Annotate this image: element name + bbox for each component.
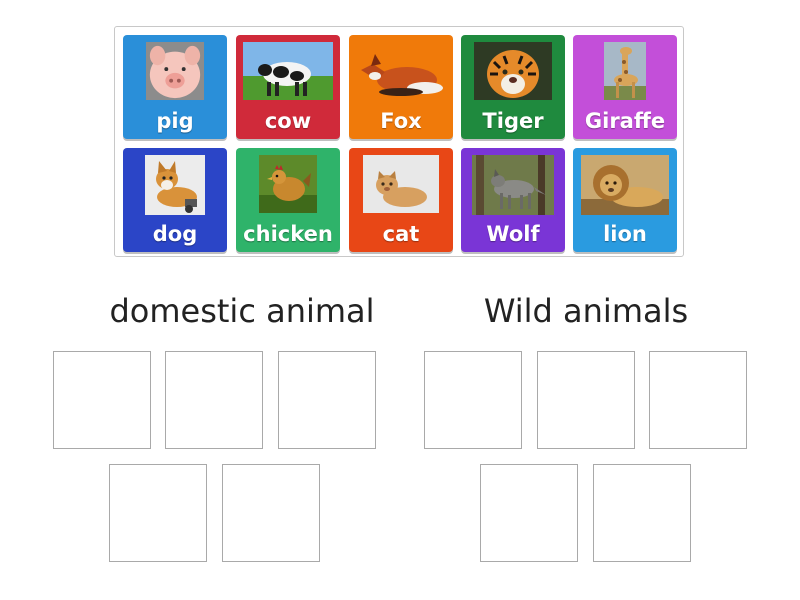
cow-photo xyxy=(243,42,333,100)
tile-label: Wolf xyxy=(486,222,540,246)
wild-drop-slot[interactable] xyxy=(424,351,522,449)
tile-label: cow xyxy=(264,109,312,133)
tile-label: Giraffe xyxy=(584,109,666,133)
tile-cow[interactable]: cow xyxy=(236,35,340,139)
tile-dog[interactable]: dog xyxy=(123,148,227,252)
tile-cat[interactable]: cat xyxy=(349,148,453,252)
tile-chicken[interactable]: chicken xyxy=(236,148,340,252)
domestic-drop-slot[interactable] xyxy=(165,351,263,449)
fox-photo xyxy=(355,42,447,102)
tile-pig[interactable]: pig xyxy=(123,35,227,139)
tile-label: pig xyxy=(156,109,194,133)
giraffe-photo xyxy=(604,42,646,100)
tile-fox[interactable]: Fox xyxy=(349,35,453,139)
tile-label: cat xyxy=(382,222,420,246)
wild-drop-slot[interactable] xyxy=(480,464,578,562)
tile-giraffe[interactable]: Giraffe xyxy=(573,35,677,139)
lion-photo xyxy=(581,155,669,215)
wild-drop-slot[interactable] xyxy=(537,351,635,449)
domestic-drop-slot[interactable] xyxy=(222,464,320,562)
tile-label: Tiger xyxy=(482,109,544,133)
chicken-photo xyxy=(259,155,317,213)
tile-label: chicken xyxy=(243,222,333,246)
tile-wolf[interactable]: Wolf xyxy=(461,148,565,252)
wild-drop-slot[interactable] xyxy=(649,351,747,449)
domestic-drop-slot[interactable] xyxy=(278,351,376,449)
group-title-domestic: domestic animal xyxy=(109,292,375,330)
tiger-photo xyxy=(474,42,552,100)
domestic-drop-slot[interactable] xyxy=(53,351,151,449)
tile-label: Fox xyxy=(380,109,422,133)
tile-label: lion xyxy=(603,222,647,246)
wild-drop-slot[interactable] xyxy=(593,464,691,562)
tile-tiger[interactable]: Tiger xyxy=(461,35,565,139)
pig-photo xyxy=(146,42,204,100)
tile-lion[interactable]: lion xyxy=(573,148,677,252)
wolf-photo xyxy=(472,155,554,215)
tile-label: dog xyxy=(152,222,198,246)
domestic-drop-slot[interactable] xyxy=(109,464,207,562)
dog-photo xyxy=(145,155,205,215)
group-title-wild: Wild animals xyxy=(483,292,689,330)
cat-photo xyxy=(363,155,439,213)
